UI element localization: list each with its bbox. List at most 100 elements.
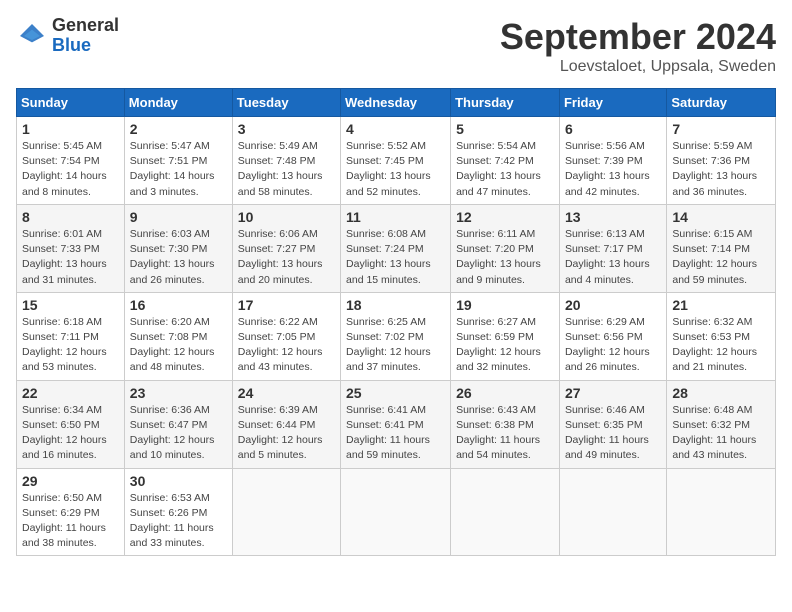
day-number: 24	[238, 385, 335, 401]
day-info: Sunrise: 5:47 AMSunset: 7:51 PMDaylight:…	[130, 139, 227, 200]
header-sunday: Sunday	[17, 89, 125, 117]
day-number: 8	[22, 209, 119, 225]
day-info: Sunrise: 6:48 AMSunset: 6:32 PMDaylight:…	[672, 403, 770, 464]
day-info: Sunrise: 6:53 AMSunset: 6:26 PMDaylight:…	[130, 491, 227, 552]
calendar-cell: 20 Sunrise: 6:29 AMSunset: 6:56 PMDayligh…	[559, 292, 666, 380]
header-monday: Monday	[124, 89, 232, 117]
day-info: Sunrise: 6:15 AMSunset: 7:14 PMDaylight:…	[672, 227, 770, 288]
day-number: 23	[130, 385, 227, 401]
day-number: 7	[672, 121, 770, 137]
calendar-cell: 24Sunrise: 6:39 AMSunset: 6:44 PMDayligh…	[232, 380, 340, 468]
calendar-cell: 14 Sunrise: 6:15 AMSunset: 7:14 PMDayligh…	[667, 204, 776, 292]
day-info: Sunrise: 5:54 AMSunset: 7:42 PMDaylight:…	[456, 139, 554, 200]
day-number: 19	[456, 297, 554, 313]
day-info: Sunrise: 6:11 AMSunset: 7:20 PMDaylight:…	[456, 227, 554, 288]
day-info: Sunrise: 6:29 AMSunset: 6:56 PMDaylight:…	[565, 315, 661, 376]
calendar-week-4: 22 Sunrise: 6:34 AMSunset: 6:50 PMDayligh…	[17, 380, 776, 468]
calendar-cell: 4 Sunrise: 5:52 AMSunset: 7:45 PMDaylight…	[341, 117, 451, 205]
day-info: Sunrise: 5:52 AMSunset: 7:45 PMDaylight:…	[346, 139, 445, 200]
day-number: 15	[22, 297, 119, 313]
day-info: Sunrise: 6:03 AMSunset: 7:30 PMDaylight:…	[130, 227, 227, 288]
day-info: Sunrise: 6:41 AMSunset: 6:41 PMDaylight:…	[346, 403, 445, 464]
day-info: Sunrise: 6:13 AMSunset: 7:17 PMDaylight:…	[565, 227, 661, 288]
calendar-cell: 16Sunrise: 6:20 AMSunset: 7:08 PMDayligh…	[124, 292, 232, 380]
calendar-cell: 19 Sunrise: 6:27 AMSunset: 6:59 PMDayligh…	[451, 292, 560, 380]
day-number: 28	[672, 385, 770, 401]
header-saturday: Saturday	[667, 89, 776, 117]
header-friday: Friday	[559, 89, 666, 117]
day-number: 10	[238, 209, 335, 225]
calendar-cell: 1 Sunrise: 5:45 AMSunset: 7:54 PMDaylight…	[17, 117, 125, 205]
calendar-week-3: 15 Sunrise: 6:18 AMSunset: 7:11 PMDayligh…	[17, 292, 776, 380]
calendar-cell	[341, 468, 451, 556]
day-info: Sunrise: 5:49 AMSunset: 7:48 PMDaylight:…	[238, 139, 335, 200]
day-info: Sunrise: 6:32 AMSunset: 6:53 PMDaylight:…	[672, 315, 770, 376]
day-info: Sunrise: 6:36 AMSunset: 6:47 PMDaylight:…	[130, 403, 227, 464]
calendar-week-5: 29Sunrise: 6:50 AMSunset: 6:29 PMDayligh…	[17, 468, 776, 556]
logo-blue-text: Blue	[52, 36, 119, 56]
calendar-cell: 11Sunrise: 6:08 AMSunset: 7:24 PMDayligh…	[341, 204, 451, 292]
day-number: 13	[565, 209, 661, 225]
calendar-cell: 17Sunrise: 6:22 AMSunset: 7:05 PMDayligh…	[232, 292, 340, 380]
day-number: 26	[456, 385, 554, 401]
calendar-cell	[451, 468, 560, 556]
day-number: 1	[22, 121, 119, 137]
day-number: 29	[22, 473, 119, 489]
logo: General Blue	[16, 16, 119, 56]
day-number: 25	[346, 385, 445, 401]
calendar-cell: 2 Sunrise: 5:47 AMSunset: 7:51 PMDaylight…	[124, 117, 232, 205]
day-number: 6	[565, 121, 661, 137]
page-header: General Blue September 2024 Loevstaloet,…	[16, 16, 776, 76]
calendar-cell: 23 Sunrise: 6:36 AMSunset: 6:47 PMDayligh…	[124, 380, 232, 468]
title-area: September 2024 Loevstaloet, Uppsala, Swe…	[500, 16, 776, 76]
calendar-cell: 13 Sunrise: 6:13 AMSunset: 7:17 PMDayligh…	[559, 204, 666, 292]
day-info: Sunrise: 6:43 AMSunset: 6:38 PMDaylight:…	[456, 403, 554, 464]
day-info: Sunrise: 5:45 AMSunset: 7:54 PMDaylight:…	[22, 139, 119, 200]
calendar-cell: 8Sunrise: 6:01 AMSunset: 7:33 PMDaylight…	[17, 204, 125, 292]
header-tuesday: Tuesday	[232, 89, 340, 117]
calendar-cell: 15 Sunrise: 6:18 AMSunset: 7:11 PMDayligh…	[17, 292, 125, 380]
calendar-cell: 9Sunrise: 6:03 AMSunset: 7:30 PMDaylight…	[124, 204, 232, 292]
calendar-cell	[232, 468, 340, 556]
day-number: 21	[672, 297, 770, 313]
day-info: Sunrise: 6:27 AMSunset: 6:59 PMDaylight:…	[456, 315, 554, 376]
calendar-cell: 29Sunrise: 6:50 AMSunset: 6:29 PMDayligh…	[17, 468, 125, 556]
calendar-cell: 7 Sunrise: 5:59 AMSunset: 7:36 PMDaylight…	[667, 117, 776, 205]
header-wednesday: Wednesday	[341, 89, 451, 117]
calendar-week-1: 1 Sunrise: 5:45 AMSunset: 7:54 PMDaylight…	[17, 117, 776, 205]
calendar-cell: 5 Sunrise: 5:54 AMSunset: 7:42 PMDaylight…	[451, 117, 560, 205]
day-info: Sunrise: 6:46 AMSunset: 6:35 PMDaylight:…	[565, 403, 661, 464]
calendar-week-2: 8Sunrise: 6:01 AMSunset: 7:33 PMDaylight…	[17, 204, 776, 292]
day-info: Sunrise: 5:56 AMSunset: 7:39 PMDaylight:…	[565, 139, 661, 200]
calendar-cell: 10Sunrise: 6:06 AMSunset: 7:27 PMDayligh…	[232, 204, 340, 292]
month-title: September 2024	[500, 16, 776, 58]
day-number: 2	[130, 121, 227, 137]
day-info: Sunrise: 6:20 AMSunset: 7:08 PMDaylight:…	[130, 315, 227, 376]
calendar-cell: 12 Sunrise: 6:11 AMSunset: 7:20 PMDayligh…	[451, 204, 560, 292]
day-number: 11	[346, 209, 445, 225]
logo-general-text: General	[52, 16, 119, 36]
day-number: 12	[456, 209, 554, 225]
day-number: 30	[130, 473, 227, 489]
calendar-cell: 30 Sunrise: 6:53 AMSunset: 6:26 PMDayligh…	[124, 468, 232, 556]
calendar-cell: 21 Sunrise: 6:32 AMSunset: 6:53 PMDayligh…	[667, 292, 776, 380]
day-number: 14	[672, 209, 770, 225]
logo-icon	[16, 20, 48, 52]
day-number: 27	[565, 385, 661, 401]
day-number: 22	[22, 385, 119, 401]
calendar-cell: 27 Sunrise: 6:46 AMSunset: 6:35 PMDayligh…	[559, 380, 666, 468]
day-info: Sunrise: 6:34 AMSunset: 6:50 PMDaylight:…	[22, 403, 119, 464]
day-number: 4	[346, 121, 445, 137]
day-number: 5	[456, 121, 554, 137]
day-info: Sunrise: 5:59 AMSunset: 7:36 PMDaylight:…	[672, 139, 770, 200]
header-thursday: Thursday	[451, 89, 560, 117]
calendar-cell: 18Sunrise: 6:25 AMSunset: 7:02 PMDayligh…	[341, 292, 451, 380]
calendar-cell: 22 Sunrise: 6:34 AMSunset: 6:50 PMDayligh…	[17, 380, 125, 468]
calendar-header-row: SundayMondayTuesdayWednesdayThursdayFrid…	[17, 89, 776, 117]
day-info: Sunrise: 6:18 AMSunset: 7:11 PMDaylight:…	[22, 315, 119, 376]
day-number: 17	[238, 297, 335, 313]
calendar-cell: 3Sunrise: 5:49 AMSunset: 7:48 PMDaylight…	[232, 117, 340, 205]
calendar-table: SundayMondayTuesdayWednesdayThursdayFrid…	[16, 88, 776, 556]
day-number: 20	[565, 297, 661, 313]
calendar-cell	[559, 468, 666, 556]
